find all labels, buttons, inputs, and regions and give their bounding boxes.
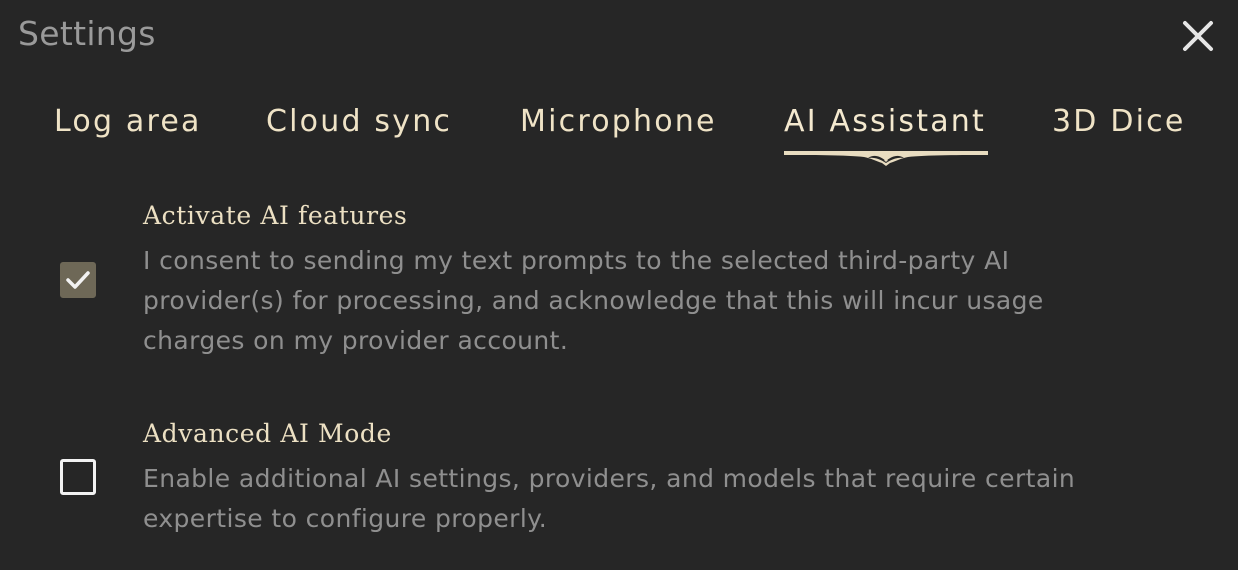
- tab-3d-dice[interactable]: 3D Dice: [1052, 96, 1186, 156]
- tab-cloud-sync[interactable]: Cloud sync: [266, 96, 452, 156]
- tab-ai-assistant[interactable]: AI Assistant: [784, 96, 988, 166]
- tab-microphone[interactable]: Microphone: [520, 96, 717, 156]
- option-advanced-ai-mode: Advanced AI Mode Enable additional AI se…: [0, 418, 1238, 548]
- option-activate-ai: Activate AI features I consent to sendin…: [0, 200, 1238, 370]
- tab-label: Log area: [54, 104, 202, 139]
- tab-log-area[interactable]: Log area: [54, 96, 202, 156]
- tab-label: 3D Dice: [1052, 104, 1186, 139]
- tab-label: AI Assistant: [784, 104, 986, 139]
- dialog-title: Settings: [18, 14, 156, 53]
- option-title: Activate AI features: [143, 201, 408, 230]
- option-description: Enable additional AI settings, providers…: [143, 464, 1076, 533]
- close-icon: [1183, 21, 1213, 51]
- advanced-ai-mode-checkbox[interactable]: [60, 459, 96, 495]
- option-description: I consent to sending my text prompts to …: [143, 246, 1044, 355]
- active-tab-ornament-icon: [784, 151, 988, 166]
- activate-ai-checkbox[interactable]: [60, 262, 96, 298]
- tab-bar: Log area Cloud sync Microphone AI Assist…: [0, 96, 1238, 176]
- close-button[interactable]: [1176, 14, 1220, 58]
- option-title: Advanced AI Mode: [143, 419, 392, 448]
- tab-label: Cloud sync: [266, 104, 453, 139]
- checkmark-icon: [66, 271, 90, 289]
- dialog-header: Settings: [0, 0, 1238, 80]
- tab-label: Microphone: [520, 104, 717, 139]
